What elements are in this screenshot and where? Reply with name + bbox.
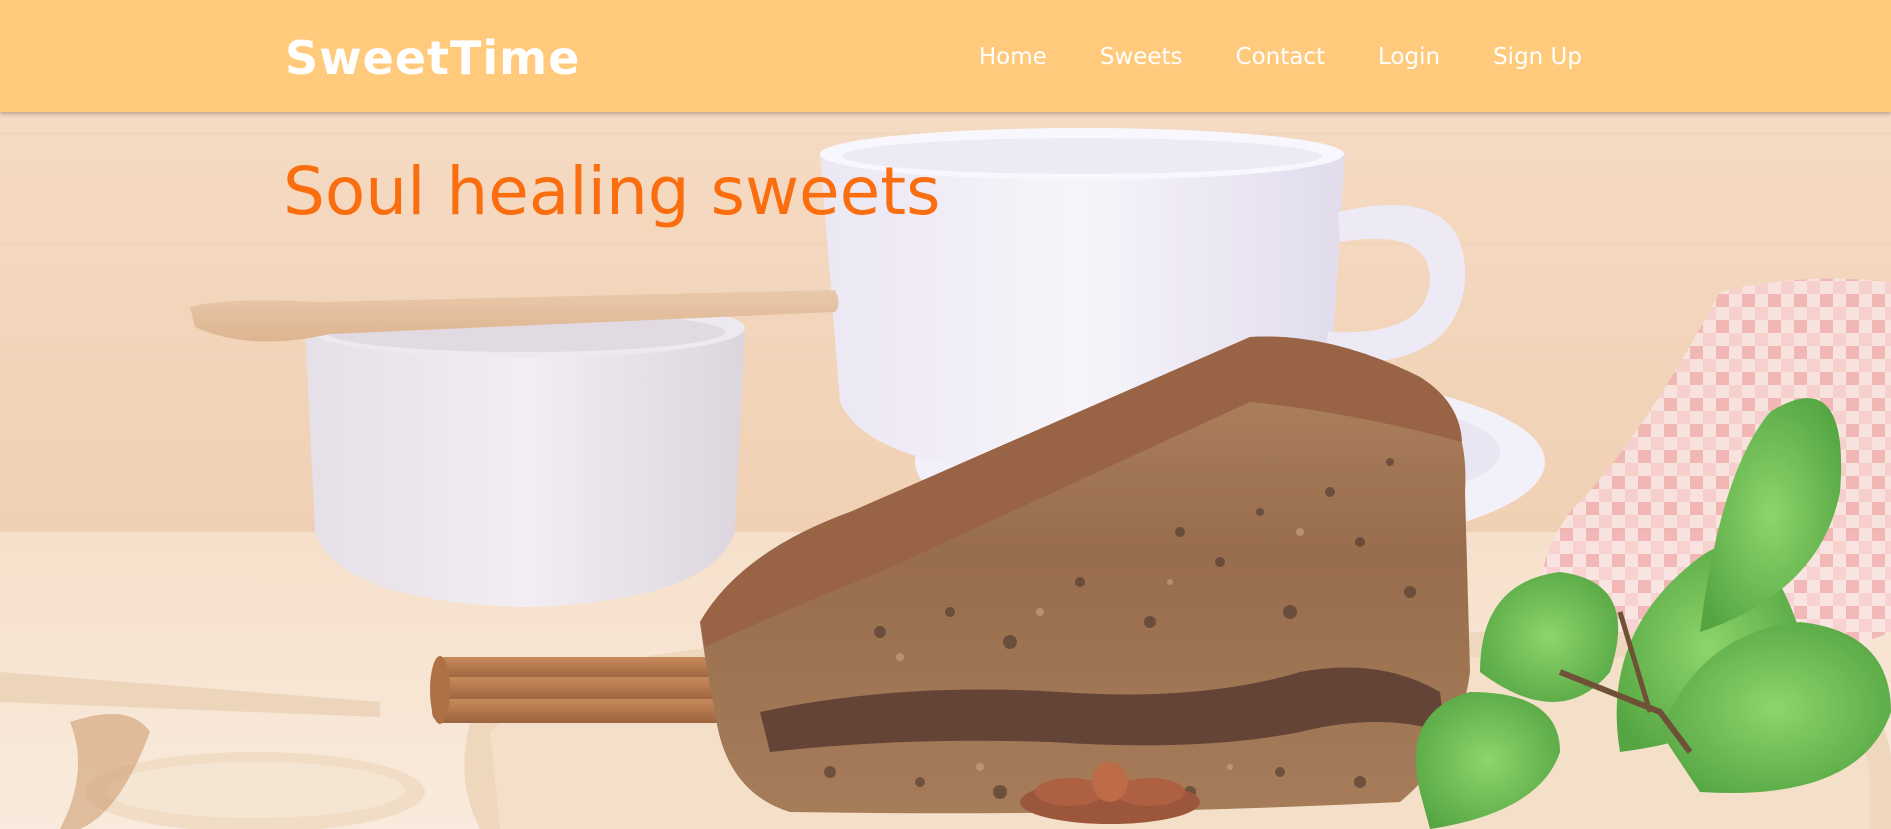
top-navbar: SweetTime Home Sweets Contact Login Sign… <box>0 0 1891 112</box>
brand-logo[interactable]: SweetTime <box>285 28 580 88</box>
hero-title: Soul healing sweets <box>283 153 941 230</box>
nav-signup-link[interactable]: Sign Up <box>1493 38 1582 76</box>
nav-sweets-link[interactable]: Sweets <box>1100 38 1183 76</box>
nav-login-link[interactable]: Login <box>1378 38 1440 76</box>
main-nav: Home Sweets Contact Login Sign Up <box>979 38 1582 76</box>
nav-contact-link[interactable]: Contact <box>1236 38 1325 76</box>
nav-home-link[interactable]: Home <box>979 38 1047 76</box>
page: SweetTime Home Sweets Contact Login Sign… <box>0 0 1891 829</box>
hero-banner: Soul healing sweets <box>0 112 1891 829</box>
